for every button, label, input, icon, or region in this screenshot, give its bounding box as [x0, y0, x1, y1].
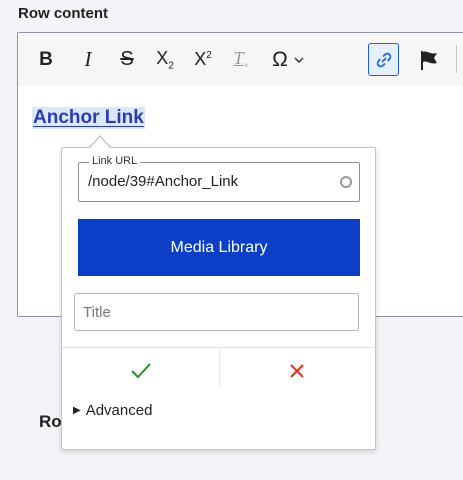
- cancel-button[interactable]: [284, 360, 310, 382]
- flag-icon: [421, 50, 437, 70]
- subscript-icon: X2: [156, 47, 174, 72]
- anchor-link-text[interactable]: Anchor Link: [32, 107, 145, 129]
- link-url-field[interactable]: Link URL /node/39#Anchor_Link: [78, 155, 360, 202]
- superscript-button[interactable]: X2: [189, 43, 217, 76]
- disclosure-triangle-icon: ▶: [73, 405, 81, 416]
- bold-button[interactable]: B: [36, 43, 56, 76]
- row-label-partial: Ro: [39, 412, 62, 431]
- close-icon: [290, 364, 304, 378]
- italic-button[interactable]: I: [78, 43, 98, 76]
- save-button[interactable]: [126, 360, 156, 382]
- link-form-balloon: Link URL /node/39#Anchor_Link Media Libr…: [61, 147, 376, 450]
- italic-icon: I: [84, 47, 92, 71]
- editor-toolbar: B I S X2 X2 T× Ω: [18, 33, 463, 87]
- link-button[interactable]: [368, 43, 399, 76]
- balloon-arrow-fill: [90, 137, 110, 148]
- strikethrough-icon: S: [120, 48, 134, 70]
- advanced-label: Advanced: [85, 402, 153, 419]
- toolbar-separator: [456, 45, 457, 73]
- media-library-button[interactable]: Media Library: [78, 219, 360, 276]
- remove-format-button[interactable]: T×: [228, 43, 254, 76]
- title-input[interactable]: [74, 293, 359, 331]
- link-url-label: Link URL: [89, 155, 141, 167]
- advanced-toggle[interactable]: ▶ Advanced: [73, 402, 152, 419]
- chevron-down-icon: [294, 56, 304, 63]
- link-icon: [376, 52, 391, 67]
- anchor-button[interactable]: [414, 43, 444, 76]
- link-url-value[interactable]: /node/39#Anchor_Link: [88, 173, 238, 190]
- superscript-icon: X2: [194, 49, 212, 69]
- omega-icon: Ω: [272, 47, 288, 71]
- remove-format-icon: T×: [233, 48, 249, 71]
- checkmark-icon: [131, 363, 151, 379]
- field-label: Row content: [18, 5, 108, 22]
- loading-spinner-icon: [340, 176, 352, 188]
- action-divider: [219, 347, 220, 386]
- strikethrough-button[interactable]: S: [116, 43, 138, 76]
- subscript-button[interactable]: X2: [151, 43, 179, 76]
- bold-icon: B: [39, 48, 53, 70]
- special-characters-button[interactable]: Ω: [266, 43, 310, 76]
